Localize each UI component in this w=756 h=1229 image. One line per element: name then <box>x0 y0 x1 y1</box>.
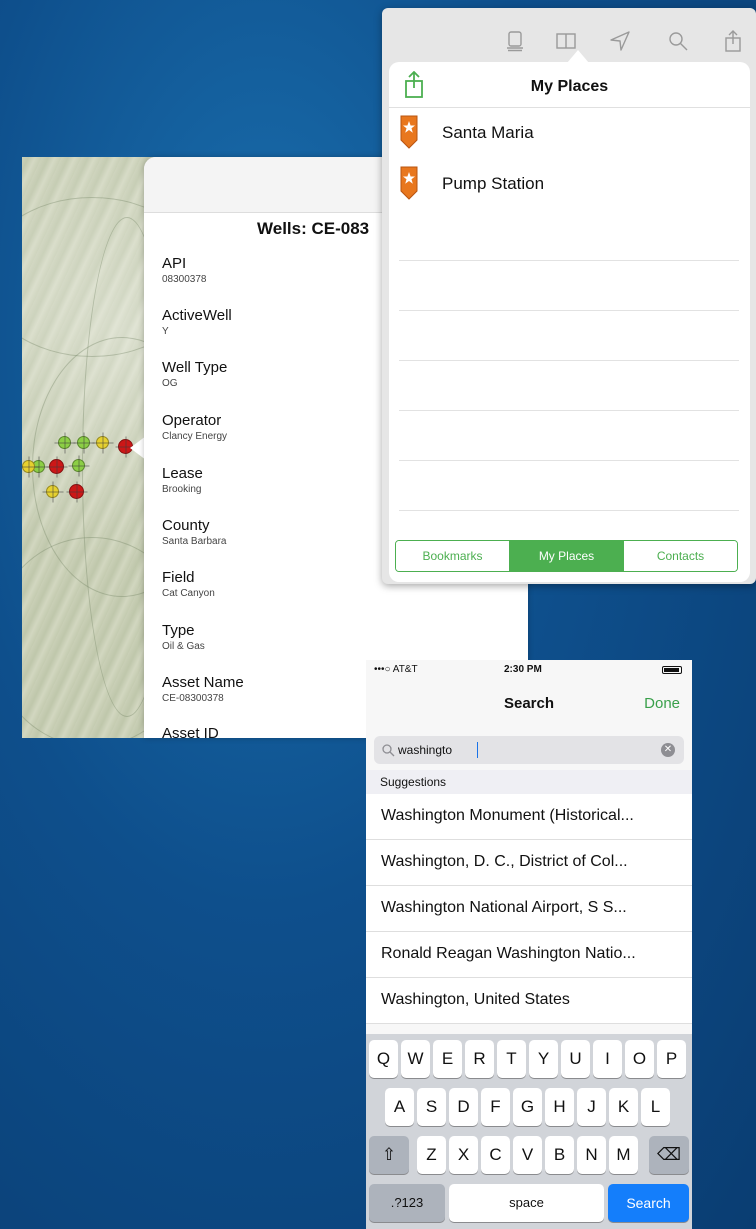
attribute-value: Oil & Gas <box>162 641 205 652</box>
book-icon[interactable] <box>555 30 577 52</box>
search-icon <box>381 743 395 757</box>
place-pin-icon <box>399 165 419 201</box>
list-divider <box>399 510 739 511</box>
search-key[interactable]: Search <box>608 1184 689 1222</box>
well-marker[interactable] <box>69 484 84 499</box>
well-marker[interactable] <box>72 459 85 472</box>
place-pin-icon <box>399 114 419 150</box>
text-cursor <box>477 742 478 758</box>
places-title: My Places <box>530 78 609 95</box>
shift-icon[interactable]: ⇧ <box>369 1136 409 1174</box>
place-label: Santa Maria <box>442 123 534 142</box>
search-input[interactable]: washingto ✕ <box>374 736 684 764</box>
key-b[interactable]: B <box>545 1136 574 1174</box>
key-i[interactable]: I <box>593 1040 622 1078</box>
key-p[interactable]: P <box>657 1040 686 1078</box>
phone-search-screen: •••○ AT&T 2:30 PM Search Done washingto … <box>366 660 692 1229</box>
numbers-key[interactable]: .?123 <box>369 1184 445 1222</box>
my-places-popover: My Places Santa Maria Pump Station Bookm… <box>389 62 750 582</box>
list-divider <box>399 360 739 361</box>
segment-bookmarks[interactable]: Bookmarks <box>396 541 509 571</box>
key-e[interactable]: E <box>433 1040 462 1078</box>
key-s[interactable]: S <box>417 1088 446 1126</box>
place-item[interactable]: Santa Maria <box>399 114 739 154</box>
suggestion-item[interactable]: Ronald Reagan Washington Natio... <box>366 932 692 978</box>
list-divider <box>399 460 739 461</box>
clear-icon[interactable]: ✕ <box>661 743 675 757</box>
places-segmented-control: Bookmarks My Places Contacts <box>395 540 738 572</box>
well-marker[interactable] <box>46 485 59 498</box>
carrier-label: •••○ AT&T <box>374 664 418 675</box>
suggestion-label: Washington Monument (Historical... <box>381 807 634 824</box>
place-label: Pump Station <box>442 174 545 193</box>
key-y[interactable]: Y <box>529 1040 558 1078</box>
done-button[interactable]: Done <box>644 695 680 712</box>
suggestion-item[interactable]: Washington National Airport, S S... <box>366 886 692 932</box>
key-l[interactable]: L <box>641 1088 670 1126</box>
list-divider <box>399 410 739 411</box>
well-marker[interactable] <box>118 439 133 454</box>
suggestion-item[interactable]: Washington Monument (Historical... <box>366 794 692 840</box>
space-key[interactable]: space <box>449 1184 604 1222</box>
key-c[interactable]: C <box>481 1136 510 1174</box>
attribute-value: Cat Canyon <box>162 588 215 599</box>
share-icon[interactable] <box>722 30 744 52</box>
places-header: My Places <box>389 62 750 108</box>
key-m[interactable]: M <box>609 1136 638 1174</box>
place-item[interactable]: Pump Station <box>399 165 739 205</box>
search-text: washingto <box>398 743 453 757</box>
suggestion-item[interactable]: Washington, D. C., District of Col... <box>366 840 692 886</box>
key-d[interactable]: D <box>449 1088 478 1126</box>
suggestion-label: Washington National Airport, S S... <box>381 899 627 916</box>
battery-icon <box>662 666 682 674</box>
search-icon[interactable] <box>667 30 689 52</box>
keyboard: Q W E R T Y U I O P A S D F G H J K L ⇧ … <box>366 1034 692 1229</box>
suggestion-label: Washington, D. C., District of Col... <box>381 853 628 870</box>
location-arrow-icon[interactable] <box>609 30 631 52</box>
key-x[interactable]: X <box>449 1136 478 1174</box>
status-bar: •••○ AT&T 2:30 PM <box>366 660 692 680</box>
suggestion-item[interactable]: Washington, United States <box>366 978 692 1024</box>
key-h[interactable]: H <box>545 1088 574 1126</box>
key-z[interactable]: Z <box>417 1136 446 1174</box>
key-a[interactable]: A <box>385 1088 414 1126</box>
suggestions-header: Suggestions <box>366 770 692 794</box>
segment-contacts[interactable]: Contacts <box>623 541 737 571</box>
suggestion-label: Ronald Reagan Washington Natio... <box>381 945 636 962</box>
segment-my-places[interactable]: My Places <box>509 541 623 571</box>
key-u[interactable]: U <box>561 1040 590 1078</box>
attribute-name: Type <box>162 622 195 639</box>
key-t[interactable]: T <box>497 1040 526 1078</box>
key-g[interactable]: G <box>513 1088 542 1126</box>
list-divider <box>399 310 739 311</box>
layers-icon[interactable] <box>504 30 526 52</box>
nav-title: Search <box>503 695 555 712</box>
well-marker[interactable] <box>77 436 90 449</box>
key-f[interactable]: F <box>481 1088 510 1126</box>
well-marker[interactable] <box>96 436 109 449</box>
key-o[interactable]: O <box>625 1040 654 1078</box>
suggestion-label: Washington, United States <box>381 991 570 1008</box>
key-k[interactable]: K <box>609 1088 638 1126</box>
key-q[interactable]: Q <box>369 1040 398 1078</box>
delete-icon[interactable]: ⌫ <box>649 1136 689 1174</box>
well-marker[interactable] <box>58 436 71 449</box>
key-v[interactable]: V <box>513 1136 542 1174</box>
list-divider <box>399 260 739 261</box>
key-r[interactable]: R <box>465 1040 494 1078</box>
key-w[interactable]: W <box>401 1040 430 1078</box>
key-n[interactable]: N <box>577 1136 606 1174</box>
key-j[interactable]: J <box>577 1088 606 1126</box>
well-marker[interactable] <box>49 459 64 474</box>
popover-title: Wells: CE-083 <box>257 219 370 238</box>
status-time: 2:30 PM <box>504 664 542 675</box>
well-marker[interactable] <box>22 460 35 473</box>
